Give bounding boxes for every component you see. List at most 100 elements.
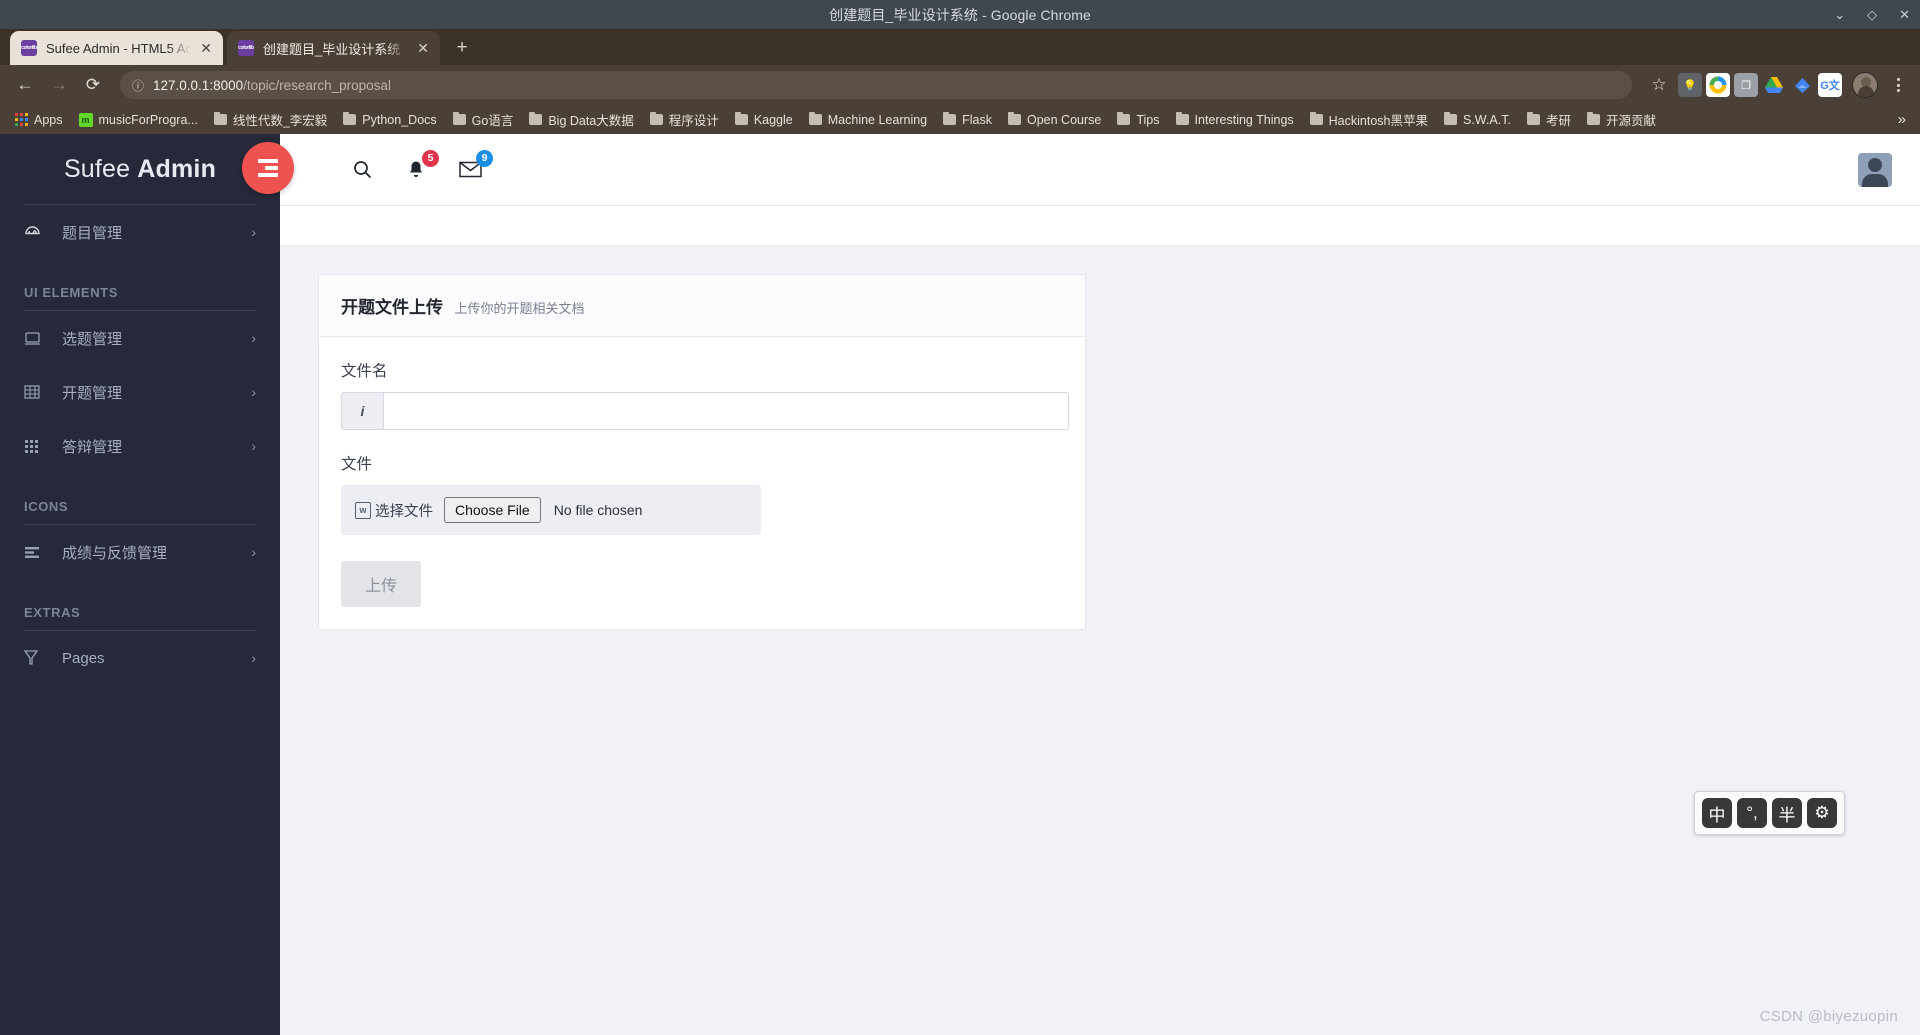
bookmark-item[interactable]: Kaggle (728, 110, 800, 130)
sidebar-item-label: 选题管理 (62, 330, 123, 348)
folder-icon (1444, 111, 1457, 125)
bookmark-label: 开源贡献 (1605, 114, 1656, 128)
choose-file-button[interactable]: Choose File (444, 497, 541, 523)
ime-punctuation-key[interactable]: °, (1737, 798, 1767, 828)
bookmark-label: 程序设计 (668, 114, 719, 128)
ime-width-key[interactable]: 半 (1772, 798, 1802, 828)
ime-settings-gear-icon[interactable]: ⚙ (1807, 798, 1837, 828)
close-icon[interactable]: ✕ (1899, 8, 1910, 21)
bookmark-item[interactable]: 开源贡献 (1580, 107, 1663, 132)
bookmark-item[interactable]: 考研 (1520, 107, 1578, 132)
sidebar: Sufee Admin 题目管理 › UI ELEMENTS 选题管理 › 开题… (0, 134, 280, 1035)
bookmark-label: Hackintosh黑苹果 (1328, 114, 1428, 128)
sidebar-item-label: Pages (62, 649, 105, 667)
sidebar-item-label: 答辩管理 (62, 438, 123, 456)
music-chip-icon: m (78, 112, 93, 127)
choose-file-label: 选择文件 (375, 503, 433, 520)
bookmark-item[interactable]: Open Course (1001, 110, 1108, 130)
chevron-right-icon: › (251, 650, 256, 666)
maximize-icon[interactable]: ◇ (1867, 8, 1877, 21)
dashboard-icon (24, 224, 62, 241)
chrome-tools-glyph (1709, 76, 1727, 94)
filename-input[interactable] (383, 392, 1069, 430)
keep-icon[interactable]: 💡 (1678, 73, 1702, 97)
bookmark-item[interactable]: m musicForProgra... (72, 110, 205, 130)
info-icon: i (341, 392, 383, 430)
sidebar-item-topic-management[interactable]: 题目管理 › (0, 205, 280, 259)
blue-drop-glyph (1794, 77, 1810, 93)
user-avatar[interactable] (1858, 152, 1892, 187)
bookmark-label: Open Course (1027, 112, 1102, 127)
browser-tab-1[interactable]: colorlib Sufee Admin - HTML5 Admin ✕ (10, 31, 223, 65)
sidebar-section-title: EXTRAS (24, 605, 81, 620)
bookmark-item[interactable]: Tips (1110, 110, 1166, 130)
translate-icon[interactable]: G文 (1818, 73, 1842, 97)
sidebar-item-defense-management[interactable]: 答辩管理 › (0, 419, 280, 473)
funnel-icon (24, 650, 62, 666)
site-info-icon[interactable]: ⓘ (132, 77, 144, 94)
sidebar-brand[interactable]: Sufee Admin (0, 134, 280, 204)
back-icon[interactable]: ← (10, 70, 40, 100)
url-path: /topic/research_proposal (243, 77, 391, 93)
address-bar[interactable]: ⓘ 127.0.0.1:8000/topic/research_proposal (120, 71, 1632, 99)
chrome-tools-icon[interactable] (1706, 73, 1730, 97)
blue-drop-icon[interactable] (1790, 73, 1814, 97)
brand-bold: Admin (137, 154, 217, 183)
notifications-bell-icon[interactable]: 5 (404, 149, 439, 182)
window-title: 创建题目_毕业设计系统 - Google Chrome (829, 6, 1091, 23)
minimize-icon[interactable]: ⌄ (1834, 8, 1845, 21)
bookmark-item[interactable]: Flask (936, 110, 999, 130)
bookmark-item[interactable]: S.W.A.T. (1437, 110, 1518, 130)
drive-icon[interactable] (1762, 73, 1786, 97)
sidebar-item-pages[interactable]: Pages › (0, 631, 280, 685)
sidebar-toggle-button[interactable] (242, 142, 294, 194)
tab-close-icon[interactable]: ✕ (417, 40, 429, 57)
bookmark-item[interactable]: 线性代数_李宏毅 (207, 107, 334, 132)
bookmark-item[interactable]: Interesting Things (1169, 110, 1301, 130)
bookmark-star-icon[interactable]: ☆ (1644, 70, 1674, 100)
list-icon (24, 546, 62, 559)
sidebar-section-title: ICONS (24, 499, 69, 514)
bookmark-item[interactable]: 程序设计 (643, 107, 726, 132)
search-icon[interactable] (350, 158, 374, 182)
file-status-text: No file chosen (553, 502, 643, 518)
monitor-icon (24, 331, 62, 346)
sidebar-item-grades-feedback[interactable]: 成绩与反馈管理 › (0, 525, 280, 579)
bookmark-item[interactable]: Hackintosh黑苹果 (1303, 107, 1435, 132)
bookmark-label: Flask (962, 112, 992, 127)
tab-close-icon[interactable]: ✕ (200, 40, 212, 57)
bookmark-item[interactable]: Machine Learning (802, 110, 934, 130)
reload-icon[interactable]: ⟳ (78, 70, 108, 100)
upload-card: 开题文件上传 上传你的开题相关文档 文件名 i 文件 w 选择文件 Choose… (318, 274, 1086, 630)
bookmark-apps[interactable]: Apps (8, 110, 70, 130)
sidebar-item-selection-management[interactable]: 选题管理 › (0, 311, 280, 365)
browser-tab-2[interactable]: colorlib 创建题目_毕业设计系统 ✕ (227, 31, 440, 65)
sidebar-section-title: UI ELEMENTS (24, 285, 118, 300)
folder-icon (1309, 111, 1323, 125)
profile-avatar[interactable] (1852, 72, 1878, 98)
bookmark-item[interactable]: Big Data大数据 (522, 107, 640, 132)
url-host: 127.0.0.1:8000 (153, 77, 244, 93)
bookmarks-overflow-icon[interactable]: » (1892, 111, 1912, 128)
sidebar-item-proposal-management[interactable]: 开题管理 › (0, 365, 280, 419)
bookmark-item[interactable]: Python_Docs (336, 110, 443, 130)
upload-button[interactable]: 上传 (341, 561, 422, 607)
bookmark-label: Big Data大数据 (548, 114, 634, 128)
page-root: Sufee Admin 题目管理 › UI ELEMENTS 选题管理 › 开题… (0, 134, 1920, 1035)
navbar-icon-group: 5 9 (350, 149, 493, 182)
messages-mail-icon[interactable]: 9 (458, 149, 493, 182)
window-controls: ⌄ ◇ ✕ (1834, 0, 1910, 29)
folder-icon (1526, 111, 1540, 125)
copy-icon[interactable]: ❐ (1734, 73, 1758, 97)
ime-language-key[interactable]: 中 (1702, 798, 1732, 828)
forward-icon[interactable]: → (44, 70, 74, 100)
chrome-menu-icon[interactable] (1886, 78, 1910, 92)
watermark-text: CSDN @biyezuopin (1759, 1008, 1898, 1025)
bookmark-label: Machine Learning (827, 112, 928, 127)
new-tab-button[interactable]: + (448, 34, 476, 62)
navbar-right (1858, 152, 1920, 187)
extension-icons: 💡 ❐ G文 (1678, 73, 1842, 97)
bookmark-label: Interesting Things (1194, 112, 1294, 127)
folder-icon (1008, 111, 1021, 125)
bookmark-item[interactable]: Go语言 (446, 107, 521, 132)
